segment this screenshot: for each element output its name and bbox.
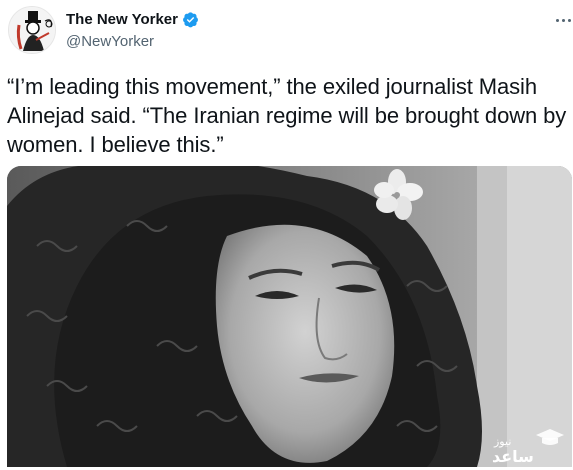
more-dot [567, 18, 571, 22]
eustace-tilley-logo-icon [9, 7, 55, 53]
author-handle[interactable]: @NewYorker [66, 33, 154, 50]
more-dot [561, 18, 565, 22]
tweet-text: “I’m leading this movement,” the exiled … [7, 74, 567, 157]
watermark-text-main: ساعد [492, 447, 534, 465]
more-options-icon[interactable] [552, 12, 573, 28]
watermark-logo-icon: نیوز ساعد [492, 429, 568, 466]
woman-portrait-photo [7, 166, 572, 467]
avatar[interactable] [8, 6, 56, 54]
author-line: The New Yorker [66, 11, 199, 28]
display-name[interactable]: The New Yorker [66, 11, 178, 28]
tweet-photo[interactable] [7, 166, 572, 467]
more-dot [555, 18, 559, 22]
verified-badge-icon [183, 12, 198, 28]
